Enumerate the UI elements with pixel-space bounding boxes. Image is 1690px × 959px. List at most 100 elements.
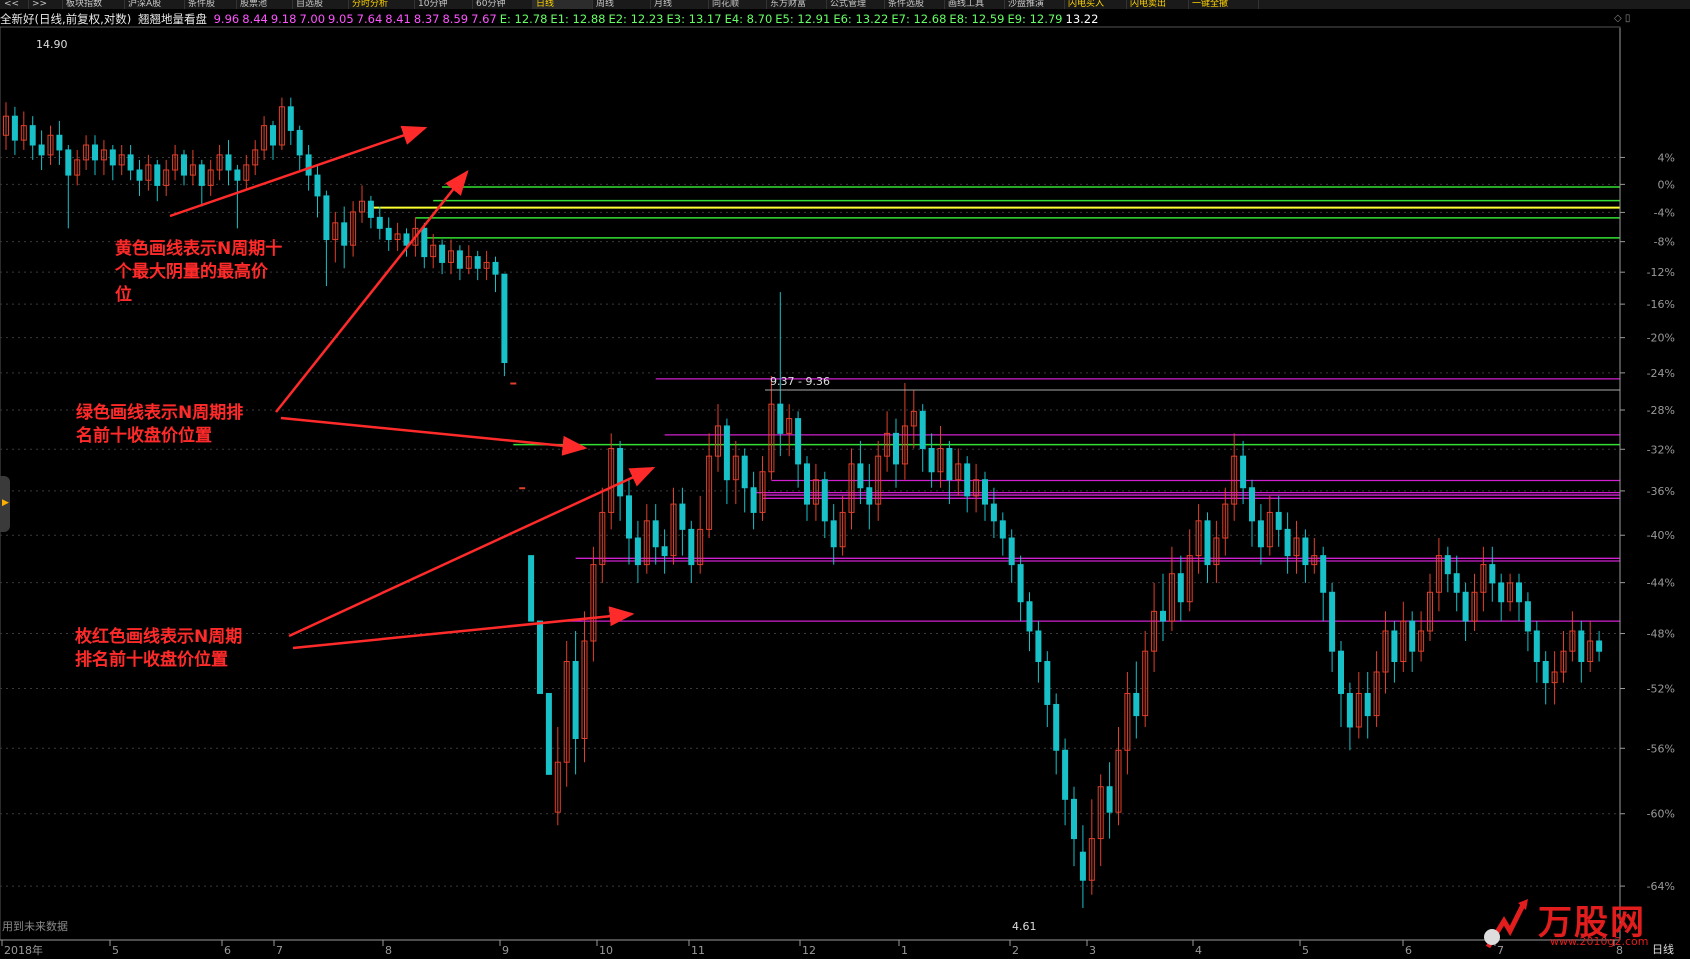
candle-body: [38, 144, 45, 156]
candle-body: [198, 164, 205, 186]
candle-body: [946, 447, 953, 481]
y-tick-label: -48%: [1647, 628, 1675, 641]
candle-body: [723, 425, 730, 481]
candle-body: [928, 447, 935, 473]
expand-arrow-icon[interactable]: ▶: [2, 498, 9, 508]
candle-body: [1338, 650, 1344, 694]
candle-body: [919, 410, 926, 449]
candle-body: [1329, 591, 1336, 652]
candle-body: [376, 216, 383, 229]
candle-body: [634, 537, 641, 566]
candle-body: [1578, 630, 1585, 663]
candle-body: [1533, 630, 1540, 663]
x-tick-label: 5: [1302, 944, 1309, 957]
candle-body: [1177, 573, 1184, 603]
candle-body: [474, 256, 481, 269]
y-tick-label: -32%: [1647, 443, 1675, 456]
candle-body: [545, 692, 552, 775]
y-tick-label: -24%: [1647, 367, 1675, 380]
candle-body: [1409, 620, 1416, 652]
candle-body: [1391, 630, 1398, 663]
logo-url: www.2010g2.com: [1550, 935, 1649, 948]
candle-body: [1596, 640, 1603, 652]
candle-body: [439, 244, 446, 263]
candle-body: [314, 174, 321, 197]
site-logo: 万股网 www.2010g2.com: [1478, 895, 1678, 950]
candle-body: [795, 418, 802, 465]
x-tick-label: 3: [1089, 944, 1096, 957]
x-tick-label: 2018年: [4, 943, 43, 957]
candle-body: [270, 125, 276, 146]
y-tick-label: -52%: [1647, 683, 1675, 696]
annotation-line: 枚红色画线表示N周期: [75, 627, 243, 647]
candle-body: [11, 115, 18, 141]
candle-body: [29, 125, 36, 146]
candle-body: [1204, 520, 1211, 566]
candle-body: [154, 164, 161, 186]
candle-body: [830, 520, 837, 548]
candle-body: [296, 129, 303, 156]
annotation-arrow: [288, 466, 656, 638]
high-price-label: 14.90: [36, 38, 68, 51]
candle-body: [1516, 582, 1522, 603]
candle-body: [323, 195, 330, 241]
candle-body: [1453, 573, 1460, 593]
annotation-line: 黄色画线表示N周期十: [115, 239, 283, 259]
left-panel-toggle[interactable]: ▶: [0, 476, 10, 532]
candle-body: [1062, 749, 1069, 800]
bull-logo-icon: [1484, 899, 1528, 949]
candle-body: [990, 503, 997, 522]
candle-body: [893, 432, 899, 465]
candle-body: [501, 273, 508, 364]
candle-body: [528, 555, 535, 622]
candles: [3, 97, 1603, 908]
candle-body: [367, 200, 374, 218]
candle-body: [181, 154, 187, 176]
candle-body: [1302, 537, 1309, 566]
candle-body: [1275, 511, 1282, 530]
y-tick-label: -20%: [1647, 332, 1675, 345]
candle-body: [652, 520, 659, 548]
candle-body: [492, 261, 499, 275]
candle-body: [56, 134, 63, 151]
candle-body: [1035, 630, 1042, 663]
y-tick-label: -40%: [1647, 529, 1675, 542]
x-tick-label: 11: [691, 944, 705, 957]
candle-body: [1498, 582, 1505, 603]
candle-body: [999, 520, 1006, 539]
candle-body: [804, 463, 810, 505]
candle-body: [964, 463, 971, 497]
annotation-line: 排名前十收盘价位置: [75, 650, 228, 670]
candle-body: [421, 227, 428, 258]
candle-body: [626, 495, 632, 539]
candle-body: [1106, 786, 1113, 813]
candle-body: [688, 528, 695, 566]
candle-body: [1249, 487, 1255, 522]
candle-body: [1071, 798, 1077, 840]
x-tick-label: 7: [276, 944, 283, 957]
candle-body: [1008, 537, 1015, 566]
y-tick-label: 4%: [1658, 151, 1675, 164]
candle-body: [1284, 528, 1291, 557]
candle-body: [305, 154, 312, 176]
candle-body: [234, 169, 241, 181]
candle-body: [679, 503, 686, 530]
candle-body: [127, 154, 134, 171]
candlestick-chart[interactable]: 4% 0% -4% -8% -12% -16% -20% -24% -28% -32% -36% -4…: [0, 0, 1690, 959]
candle-body: [1240, 455, 1247, 489]
x-tick-label: 12: [802, 944, 816, 957]
candle-body: [1160, 610, 1166, 622]
candle-body: [777, 403, 784, 434]
y-tick-label: -56%: [1647, 742, 1675, 755]
low-price-label: 4.61: [1012, 920, 1037, 933]
annotation-magenta-lines: 枚红色画线表示N周期 排名前十收盘价位置: [75, 626, 242, 672]
y-tick-label: -60%: [1647, 808, 1675, 821]
candle-body: [741, 455, 748, 489]
x-tick-label: 2: [1012, 944, 1019, 957]
candle-body: [225, 154, 232, 171]
x-tick-label: 6: [1405, 944, 1412, 957]
x-tick-label: 5: [112, 944, 119, 957]
candle-body: [1026, 601, 1033, 632]
annotation-line: 个最大阴量的最高价: [115, 262, 268, 282]
annotation-line: 名前十收盘价位置: [76, 426, 212, 446]
